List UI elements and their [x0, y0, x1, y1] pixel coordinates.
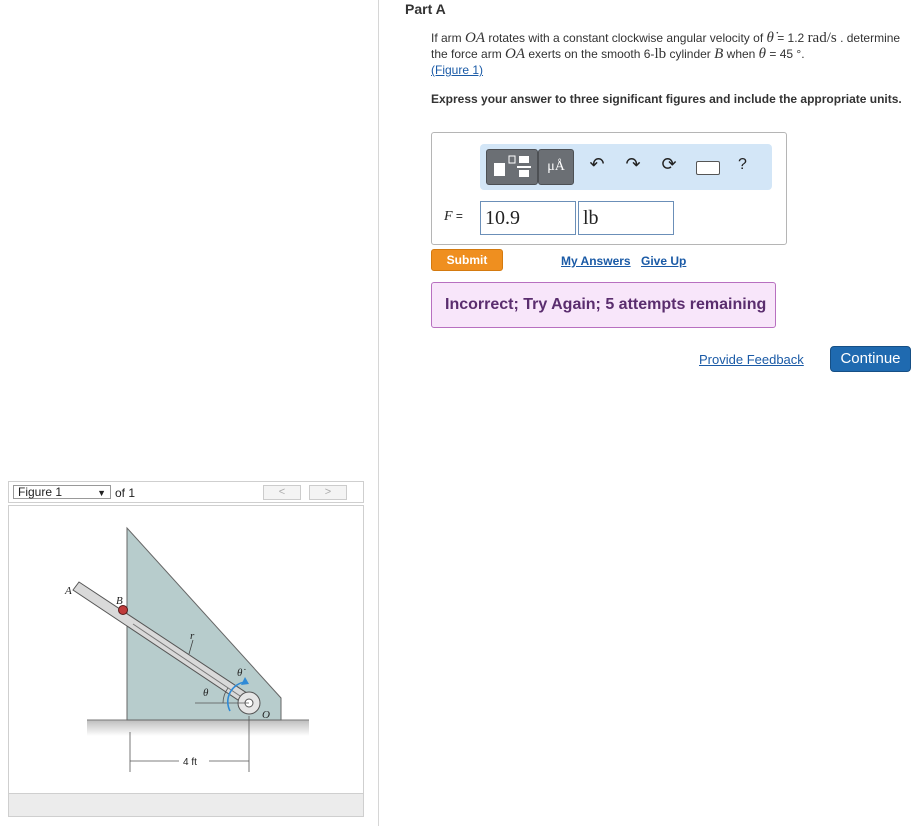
templates-icon [494, 155, 531, 177]
unit-rad-s: rad/s [807, 30, 837, 46]
answer-variable-name: F [444, 209, 453, 224]
my-answers-link[interactable]: My Answers [561, 254, 631, 268]
reset-icon[interactable]: ⟳ [656, 154, 682, 175]
question-text: If arm OA rotates with a constant clockw… [431, 30, 913, 78]
answer-equals: = [452, 209, 463, 223]
question-text-6: cylinder [666, 47, 715, 61]
unit-lb: lb [654, 46, 667, 62]
label-o: O [262, 709, 270, 721]
undo-icon[interactable]: ↶ [584, 154, 610, 175]
submit-button[interactable]: Submit [431, 249, 503, 271]
answer-box: μÅ ↶ ↷ ⟳ ? F = 10.9 lb [431, 132, 787, 245]
part-title: Part A [405, 1, 446, 17]
give-up-link[interactable]: Give Up [641, 254, 686, 268]
math-oa: OA [465, 30, 486, 46]
units-button[interactable]: μÅ [538, 149, 574, 185]
provide-feedback-link[interactable]: Provide Feedback [699, 352, 804, 367]
question-text-2: rotates with a constant clockwise angula… [485, 31, 767, 45]
figure-select[interactable]: Figure 1 ▼ [13, 485, 111, 499]
previous-figure-button[interactable]: < [263, 485, 301, 500]
question-text-7: when [723, 47, 759, 61]
ground [87, 720, 309, 736]
answer-unit-input[interactable]: lb [578, 201, 674, 235]
label-r: r [190, 630, 195, 642]
figure-navigation: Figure 1 ▼ of 1 < > [8, 481, 364, 503]
label-a: A [64, 585, 72, 597]
figure-select-value: Figure 1 [18, 485, 63, 499]
math-theta: θ [758, 46, 767, 62]
figure-footer [9, 793, 363, 816]
figure-diagram: A B r θ θ̇ O 4 ft [64, 526, 309, 772]
figure-frame: A B r θ θ̇ O 4 ft [8, 505, 364, 817]
math-toolbar: μÅ ↶ ↷ ⟳ ? [480, 144, 772, 190]
question-text-1: If arm [431, 31, 466, 45]
continue-button[interactable]: Continue [830, 346, 911, 372]
answer-value-input[interactable]: 10.9 [480, 201, 576, 235]
chevron-down-icon: ▼ [97, 488, 106, 498]
keyboard-icon[interactable] [696, 161, 720, 175]
math-oa-2: OA [505, 46, 526, 62]
instruction-text: Express your answer to three significant… [431, 92, 902, 106]
label-b: B [116, 595, 123, 607]
question-text-8: = 45 °. [766, 47, 805, 61]
dimension-label: 4 ft [183, 757, 197, 768]
templates-button[interactable] [486, 149, 538, 185]
question-text-5: exerts on the smooth 6- [525, 47, 655, 61]
redo-icon[interactable]: ↷ [620, 154, 646, 175]
figure-pane: Figure 1 ▼ of 1 < > A B r θ θ̇ O 4 ft [0, 0, 379, 826]
figure-link[interactable]: (Figure 1) [431, 63, 483, 77]
help-button[interactable]: ? [738, 156, 747, 174]
math-theta-dot: θ̇ [766, 30, 774, 46]
feedback-message: Incorrect; Try Again; 5 attempts remaini… [431, 282, 776, 328]
question-text-3: = 1.2 [773, 31, 808, 45]
next-figure-button[interactable]: > [309, 485, 347, 500]
answer-variable: F = [444, 209, 463, 225]
label-theta: θ [203, 687, 209, 699]
math-b: B [714, 46, 724, 62]
figure-count: of 1 [115, 486, 136, 500]
